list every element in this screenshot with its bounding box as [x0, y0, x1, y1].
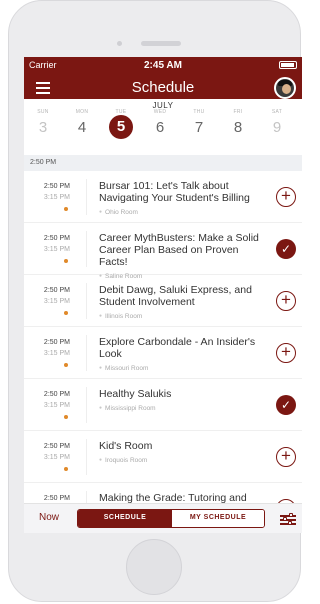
day-sun[interactable]: SUN 3 — [24, 109, 63, 136]
list-item[interactable]: 2:50 PM 3:15 PM Kid's Room Iroquois Room + — [24, 431, 302, 483]
add-session-icon[interactable]: + — [276, 447, 296, 467]
home-button[interactable] — [126, 539, 182, 595]
session-times: 2:50 PM 3:15 PM — [28, 443, 70, 461]
session-title: Career MythBusters: Make a Solid Career … — [99, 232, 259, 268]
day-number: 6 — [155, 119, 165, 136]
end-time: 3:15 PM — [43, 454, 70, 461]
status-dot-icon — [64, 415, 68, 419]
tab-schedule[interactable]: SCHEDULE — [78, 510, 172, 527]
start-time: 2:50 PM — [43, 391, 70, 398]
add-session-icon[interactable]: + — [276, 343, 296, 363]
end-time: 3:15 PM — [43, 194, 70, 201]
day-of-week-label: SUN — [37, 109, 49, 115]
session-times: 2:50 PM 3:15 PM — [28, 235, 70, 253]
session-times: 2:50 PM 3:15 PM — [28, 287, 70, 305]
session-title: Explore Carbondale - An Insider's Look — [99, 336, 256, 360]
phone-frame: Carrier 2:45 AM Schedule JULY SUN 3 MON 4 TU… — [8, 0, 302, 602]
session-times: 2:50 PM 3:15 PM — [28, 391, 70, 409]
status-dot-icon — [64, 259, 68, 263]
day-thu[interactable]: THU 7 — [179, 109, 219, 136]
app-screen: Carrier 2:45 AM Schedule JULY SUN 3 MON 4 TU… — [24, 57, 302, 533]
session-title-block: Healthy Salukis Mississippi Room — [99, 388, 269, 415]
list-item[interactable]: 2:50 PM 3:15 PM Career MythBusters: Make a… — [24, 223, 302, 280]
session-title-block: Debit Dawg, Saluki Express, and Student … — [99, 284, 269, 323]
session-location: Mississippi Room — [99, 402, 269, 415]
list-item[interactable]: 2:50 PM 3:15 PM Explore Carbondale - An In… — [24, 327, 302, 379]
tab-my-schedule[interactable]: MY SCHEDULE — [172, 510, 264, 527]
end-time: 3:15 PM — [43, 402, 70, 409]
session-title: Debit Dawg, Saluki Express, and Student … — [99, 284, 252, 308]
added-check-icon[interactable]: ✓ — [276, 239, 296, 259]
day-number: 4 — [77, 119, 87, 136]
session-times: 2:50 PM 3:15 PM — [28, 339, 70, 357]
session-title-block: Kid's Room Iroquois Room — [99, 440, 269, 467]
session-title-block: Bursar 101: Let's Talk about Navigating … — [99, 180, 269, 219]
session-title: Healthy Salukis — [99, 388, 172, 400]
session-title-block: Explore Carbondale - An Insider's Look Mi… — [99, 336, 269, 375]
end-time: 3:15 PM — [43, 298, 70, 305]
bottom-toolbar: Now SCHEDULE MY SCHEDULE — [24, 503, 302, 533]
day-number: 7 — [194, 119, 204, 136]
divider — [86, 439, 87, 475]
day-tue[interactable]: TUE 5 — [101, 109, 141, 139]
list-item[interactable]: 2:50 PM 3:15 PM Healthy Salukis Mississippi… — [24, 379, 302, 431]
day-fri[interactable]: FRI 8 — [218, 109, 258, 136]
start-time: 2:50 PM — [43, 495, 70, 502]
session-location: Iroquois Room — [99, 454, 269, 467]
day-of-week-label: MON — [75, 109, 89, 115]
end-time: 3:15 PM — [43, 246, 70, 253]
start-time: 2:50 PM — [43, 339, 70, 346]
day-number: 8 — [233, 119, 243, 136]
start-time: 2:50 PM — [43, 443, 70, 450]
status-dot-icon — [64, 467, 68, 471]
day-sat[interactable]: SAT 9 — [257, 109, 297, 136]
day-number: 3 — [38, 119, 48, 136]
session-title: Kid's Room — [99, 440, 153, 452]
date-strip: JULY SUN 3 MON 4 TUE 5 WED 6 THU 7 FRI 8 SAT 9 — [24, 99, 302, 153]
session-location: Ohio Room — [99, 206, 269, 219]
page-title: Schedule — [131, 79, 195, 96]
list-item[interactable]: 2:50 PM 3:15 PM Debit Dawg, Saluki Express… — [24, 275, 302, 327]
status-dot-icon — [64, 207, 68, 211]
time-section-header: 2:50 PM — [24, 155, 302, 171]
day-number: 5 — [109, 115, 133, 139]
divider — [86, 283, 87, 319]
day-mon[interactable]: MON 4 — [62, 109, 102, 136]
start-time: 2:50 PM — [43, 183, 70, 190]
session-location: Illinois Room — [99, 310, 269, 323]
status-dot-icon — [64, 311, 68, 315]
filter-icon[interactable] — [280, 513, 296, 526]
speaker-grille — [141, 41, 181, 46]
day-number: 9 — [272, 119, 282, 136]
day-wed[interactable]: WED 6 — [140, 109, 180, 136]
add-session-icon[interactable]: + — [276, 187, 296, 207]
divider — [86, 231, 87, 267]
end-time: 3:15 PM — [43, 350, 70, 357]
status-time: 2:45 AM — [144, 60, 182, 71]
status-dot-icon — [64, 363, 68, 367]
day-of-week-label: THU — [193, 109, 205, 115]
session-times: 2:50 PM 3:15 PM — [28, 183, 70, 201]
session-location: Missouri Room — [99, 362, 269, 375]
now-button[interactable]: Now — [39, 512, 59, 523]
start-time: 2:50 PM — [43, 235, 70, 242]
battery-icon — [279, 61, 297, 69]
day-of-week-label: SAT — [271, 109, 283, 115]
session-title: Bursar 101: Let's Talk about Navigating … — [99, 180, 250, 204]
divider — [86, 335, 87, 371]
start-time: 2:50 PM — [43, 287, 70, 294]
avatar[interactable] — [274, 77, 296, 99]
divider — [86, 387, 87, 423]
add-session-icon[interactable]: + — [276, 291, 296, 311]
day-of-week-label: FRI — [233, 109, 243, 115]
camera-icon — [117, 41, 122, 46]
added-check-icon[interactable]: ✓ — [276, 395, 296, 415]
day-of-week-label: WED — [153, 109, 167, 115]
divider — [86, 179, 87, 215]
list-item[interactable]: 2:50 PM 3:15 PM Bursar 101: Let's Talk abo… — [24, 171, 302, 223]
schedule-toggle: SCHEDULE MY SCHEDULE — [77, 509, 265, 528]
